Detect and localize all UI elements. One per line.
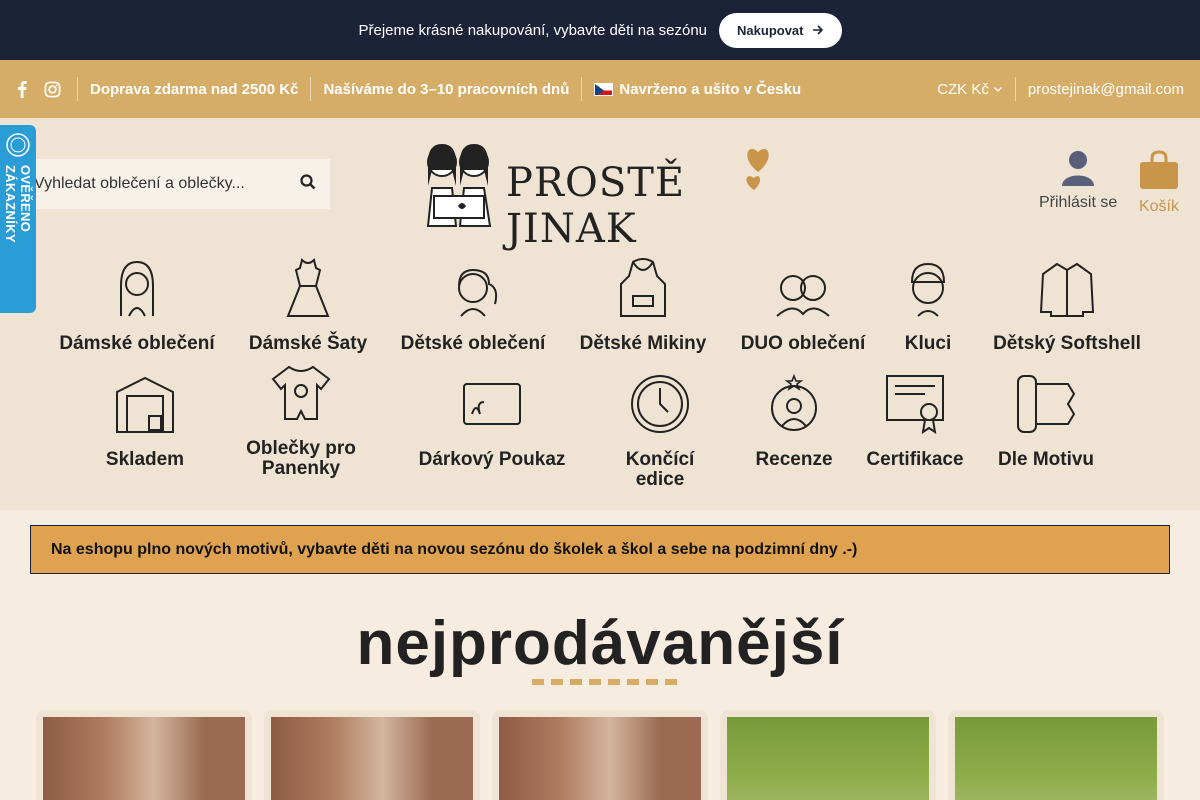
category-damske-obleceni[interactable]: Dámské oblečení: [59, 258, 215, 354]
category-label: Končící edice: [625, 449, 695, 490]
search-bar[interactable]: [20, 159, 330, 209]
site-logo[interactable]: PROSTĚ JINAK: [420, 140, 775, 252]
duo-icon: [776, 275, 830, 317]
login-button[interactable]: Přihlásit se: [1039, 150, 1117, 212]
fabric-roll-icon: [1017, 375, 1076, 433]
category-label: Certifikace: [866, 449, 964, 470]
category-detsky-softshell[interactable]: Dětský Softshell: [993, 258, 1141, 354]
certificate-icon: [886, 375, 944, 434]
category-label: Dětské Mikiny: [579, 333, 707, 354]
product-image[interactable]: [727, 717, 929, 800]
category-label: Kluci: [904, 333, 952, 354]
info-made-in-czech: Navrženo a ušito v Česku: [582, 77, 813, 101]
made-in-czech-label: Navrženo a ušito v Česku: [619, 80, 802, 98]
clock-icon: [631, 375, 689, 433]
shop-now-label: Nakupovat: [737, 22, 804, 38]
currency-select[interactable]: CZK Kč: [925, 77, 1016, 101]
product-card[interactable]: [36, 710, 252, 800]
announcement-text: Přejeme krásné nakupování, vybavte děti …: [358, 21, 708, 39]
login-label: Přihlásit se: [1039, 194, 1118, 211]
category-label: Recenze: [755, 449, 833, 470]
review-icon: [771, 374, 817, 431]
verified-seal-icon: [6, 133, 30, 157]
category-detske-obleceni[interactable]: Dětské oblečení: [400, 258, 546, 354]
announcement-bar: Přejeme krásné nakupování, vybavte děti …: [0, 0, 1200, 60]
info-free-shipping: Doprava zdarma nad 2500 Kč: [78, 77, 312, 101]
verified-badge-text: OVĚŘENO ZÁKAZNÍKY: [3, 164, 33, 243]
czech-flag-icon: [594, 82, 614, 96]
category-duo-obleceni[interactable]: DUO oblečení: [740, 258, 866, 354]
category-label: DUO oblečení: [740, 333, 866, 354]
dress-icon: [286, 258, 330, 317]
category-label: Dámské oblečení: [59, 333, 215, 354]
email-link[interactable]: prostejinak@gmail.com: [1016, 81, 1184, 98]
shop-now-button[interactable]: Nakupovat: [719, 12, 842, 48]
girl-icon: [458, 268, 498, 317]
category-darkovy-poukaz[interactable]: Dárkový Poukaz: [418, 374, 566, 470]
product-image[interactable]: [271, 717, 473, 800]
category-label: Dětský Softshell: [993, 333, 1141, 354]
search-icon[interactable]: [300, 174, 316, 190]
product-card[interactable]: [492, 710, 708, 800]
product-card[interactable]: [948, 710, 1164, 800]
product-image[interactable]: [499, 717, 701, 800]
user-icon: [1062, 151, 1095, 186]
category-label: Dárkový Poukaz: [418, 449, 566, 470]
category-label: Skladem: [105, 449, 185, 470]
currency-value: CZK Kč: [937, 80, 989, 98]
category-koncici-edice[interactable]: Končící edice: [599, 374, 721, 490]
boy-icon: [910, 262, 946, 317]
info-bar: Doprava zdarma nad 2500 Kč Našíváme do 3…: [0, 60, 1200, 121]
category-kluci[interactable]: Kluci: [898, 258, 958, 354]
category-recenze[interactable]: Recenze: [755, 374, 833, 470]
chevron-down-icon: [993, 87, 1002, 92]
category-label: Oblečky pro Panenky: [246, 438, 356, 479]
search-input[interactable]: [34, 175, 284, 193]
gift-card-icon: [463, 383, 521, 425]
baby-onesie-icon: [271, 365, 331, 420]
product-image[interactable]: [955, 717, 1157, 800]
cart-button[interactable]: Košík: [1138, 150, 1180, 216]
verified-by-customers-badge[interactable]: OVĚŘENO ZÁKAZNÍKY: [0, 125, 36, 313]
notice-banner: Na eshopu plno nových motivů, vybavte dě…: [30, 525, 1170, 574]
category-label: Dámské Šaty: [248, 333, 368, 354]
info-sewing-time: Našíváme do 3–10 pracovních dnů: [311, 77, 583, 101]
social-links: [16, 77, 78, 101]
logo-text: PROSTĚ JINAK: [506, 160, 686, 252]
category-dle-motivu[interactable]: Dle Motivu: [997, 374, 1095, 470]
woman-icon: [120, 260, 154, 317]
jacket-icon: [1039, 262, 1095, 317]
category-detske-mikiny[interactable]: Dětské Mikiny: [579, 258, 707, 354]
product-grid: [36, 710, 1164, 800]
arrow-right-icon: [812, 25, 823, 35]
logo-figures-icon: [426, 144, 492, 227]
category-label: Dle Motivu: [997, 449, 1095, 470]
product-image[interactable]: [43, 717, 245, 800]
category-damske-saty[interactable]: Dámské Šaty: [248, 258, 368, 354]
shopping-bag-icon: [1140, 150, 1178, 189]
section-title: nejprodávanější: [356, 609, 844, 678]
warehouse-icon: [116, 376, 174, 433]
product-card[interactable]: [264, 710, 480, 800]
hoodie-icon: [620, 258, 666, 317]
facebook-icon[interactable]: [16, 80, 28, 98]
category-label: Dětské oblečení: [400, 333, 546, 354]
title-underline: [532, 679, 677, 685]
notice-text: Na eshopu plno nových motivů, vybavte dě…: [51, 540, 858, 558]
instagram-icon[interactable]: [44, 81, 61, 98]
site-header: PROSTĚ JINAK Přihlásit se Košík Dámské o…: [0, 118, 1200, 510]
heart-icon: [746, 148, 769, 190]
cart-label: Košík: [1138, 198, 1179, 215]
category-oblecky-pro-panenky[interactable]: Oblečky pro Panenky: [238, 363, 364, 479]
category-skladem[interactable]: Skladem: [100, 374, 190, 470]
product-card[interactable]: [720, 710, 936, 800]
category-certifikace[interactable]: Certifikace: [866, 374, 964, 470]
